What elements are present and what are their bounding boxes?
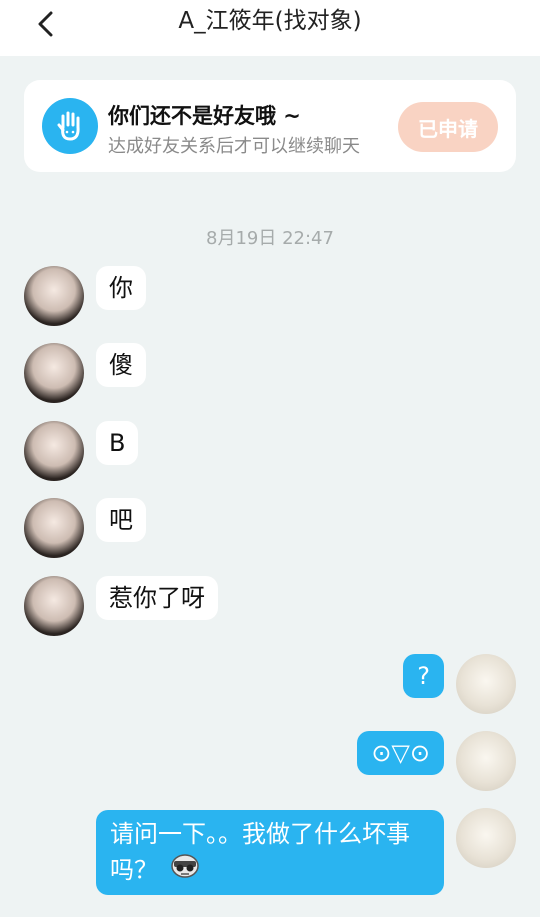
message-row: ? (0, 654, 540, 716)
message-bubble[interactable]: 你 (96, 266, 146, 310)
hand-wave-icon (42, 98, 98, 154)
sender-avatar[interactable] (24, 498, 84, 558)
message-timestamp: 8月19日 22:47 (206, 228, 334, 249)
message-row: B (0, 421, 540, 483)
my-avatar[interactable] (456, 808, 516, 868)
sender-avatar[interactable] (24, 576, 84, 636)
applied-button[interactable]: 已申请 (398, 102, 498, 152)
notice-title: 你们还不是好友哦 ~ (108, 104, 301, 128)
my-avatar[interactable] (456, 731, 516, 791)
my-avatar[interactable] (456, 654, 516, 714)
message-row: 请问一下。。我做了什么坏事吗？ (0, 808, 540, 895)
sender-avatar[interactable] (24, 266, 84, 326)
skull-emoji-icon (170, 853, 200, 889)
message-bubble[interactable]: 傻 (96, 343, 146, 387)
message-bubble[interactable]: 请问一下。。我做了什么坏事吗？ (96, 810, 444, 895)
message-bubble[interactable]: 惹你了呀 (96, 576, 218, 620)
sender-avatar[interactable] (24, 421, 84, 481)
top-bar: A_江筱年(找对象) (0, 0, 540, 56)
message-text: 请问一下。。我做了什么坏事吗？ (110, 820, 410, 884)
message-bubble[interactable]: ⊙▽⊙ (357, 731, 444, 775)
friend-request-card: 你们还不是好友哦 ~ 达成好友关系后才可以继续聊天 已申请 (24, 80, 516, 172)
notice-subtitle: 达成好友关系后才可以继续聊天 (108, 136, 360, 157)
message-row: ⊙▽⊙ (0, 731, 540, 793)
message-row: 你 (0, 266, 540, 328)
message-bubble[interactable]: B (96, 421, 139, 465)
message-row: 傻 (0, 343, 540, 405)
message-bubble[interactable]: ? (403, 654, 444, 698)
message-row: 吧 (0, 498, 540, 560)
sender-avatar[interactable] (24, 343, 84, 403)
message-row: 惹你了呀 (0, 576, 540, 638)
message-bubble[interactable]: 吧 (96, 498, 146, 542)
chat-title: A_江筱年(找对象) (178, 8, 362, 34)
